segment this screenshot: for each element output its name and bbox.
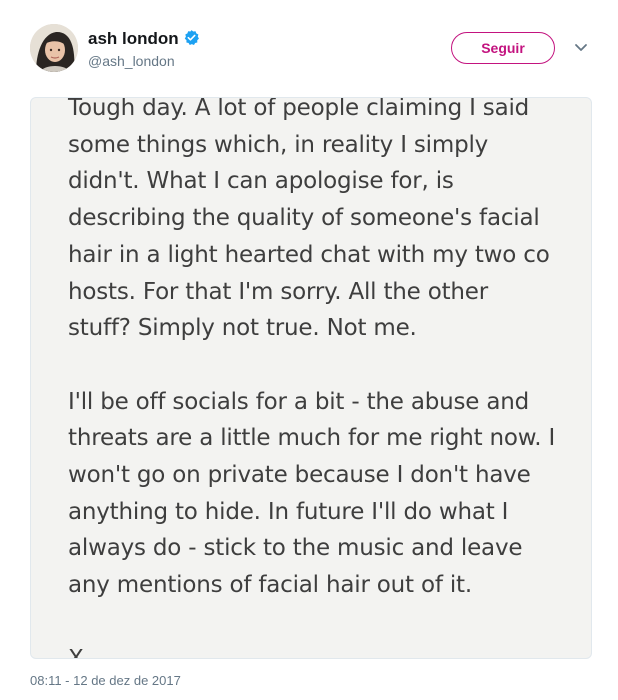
note-line: threats are a little much for me right n… bbox=[68, 425, 556, 452]
avatar[interactable] bbox=[30, 24, 78, 72]
verified-badge-icon bbox=[183, 29, 200, 51]
note-line: I'll be off socials for a bit - the abus… bbox=[68, 388, 530, 415]
note-line: always do - stick to the music and leave bbox=[68, 535, 523, 562]
note-line: describing the quality of someone's faci… bbox=[68, 205, 540, 232]
note-line: stuff? Simply not true. Not me. bbox=[68, 315, 417, 342]
note-line: X bbox=[68, 645, 84, 659]
display-name-row[interactable]: ash london bbox=[88, 29, 200, 51]
note-blank-line bbox=[68, 604, 578, 641]
tweet-header: ash london @ash_london Seguir bbox=[0, 0, 618, 90]
note-line: hosts. For that I'm sorry. All the other bbox=[68, 278, 489, 305]
note-line: didn't. What I can apologise for, is bbox=[68, 168, 454, 195]
note-text: Tough day. A lot of people claiming I sa… bbox=[68, 97, 578, 659]
chevron-down-icon[interactable] bbox=[571, 40, 591, 56]
user-handle[interactable]: @ash_london bbox=[88, 52, 175, 70]
note-line: Tough day. A lot of people claiming I sa… bbox=[68, 97, 530, 121]
tweet-image[interactable]: Tough day. A lot of people claiming I sa… bbox=[30, 97, 592, 659]
note-line: some things which, in reality I simply bbox=[68, 131, 489, 158]
note-line: any mentions of facial hair out of it. bbox=[68, 572, 472, 599]
note-line: anything to hide. In future I'll do what… bbox=[68, 498, 509, 525]
note-line: hair in a light hearted chat with my two… bbox=[68, 241, 550, 268]
follow-button[interactable]: Seguir bbox=[451, 32, 555, 64]
note-line: won't go on private because I don't have bbox=[68, 462, 531, 489]
note-blank-line bbox=[68, 347, 578, 384]
display-name[interactable]: ash london bbox=[88, 29, 179, 48]
tweet-timestamp[interactable]: 08:11 - 12 de dez de 2017 bbox=[30, 673, 181, 689]
